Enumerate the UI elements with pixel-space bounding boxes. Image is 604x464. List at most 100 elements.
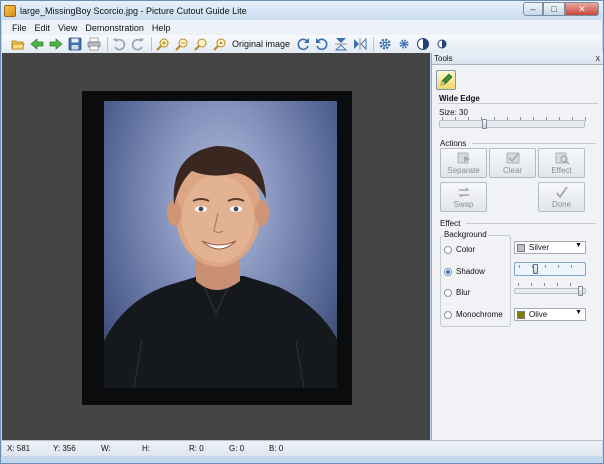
radio-monochrome-indicator[interactable]: [444, 310, 452, 319]
swap-label: Swap: [453, 200, 474, 209]
shadow-slider-ticks: [519, 265, 583, 268]
contrast-icon[interactable]: [416, 37, 430, 51]
menu-view[interactable]: View: [58, 23, 77, 33]
flip-horizontal-icon[interactable]: [353, 37, 367, 51]
radio-blur-label: Blur: [456, 288, 471, 297]
toolbar-separator: [107, 37, 108, 51]
close-button[interactable]: ✕: [565, 2, 599, 16]
flip-vertical-icon[interactable]: [334, 37, 348, 51]
menu-file[interactable]: File: [12, 23, 27, 33]
settings-small-gear-icon[interactable]: [397, 37, 411, 51]
blur-slider[interactable]: [514, 286, 586, 296]
status-h: H:: [142, 444, 150, 453]
forward-arrow-icon[interactable]: [49, 37, 63, 51]
status-x: X: 581: [7, 444, 31, 453]
back-arrow-icon[interactable]: [30, 37, 44, 51]
menu-edit[interactable]: Edit: [35, 23, 51, 33]
effect-section-label: Effect: [440, 219, 461, 228]
portrait-photo[interactable]: [104, 101, 337, 388]
swap-icon: [457, 187, 470, 198]
shadow-slider[interactable]: [514, 262, 586, 276]
color-select[interactable]: Silver ▼: [514, 241, 586, 254]
radio-monochrome[interactable]: Monochrome: [444, 310, 503, 319]
radio-shadow[interactable]: Shadow: [444, 267, 485, 276]
status-w: W:: [101, 444, 111, 453]
original-image-button[interactable]: Original image: [232, 39, 290, 49]
undo-icon[interactable]: [112, 37, 126, 51]
effect-button[interactable]: Effect: [538, 148, 585, 178]
zoom-in-icon[interactable]: [156, 37, 170, 51]
shadow-slider-thumb[interactable]: [533, 264, 538, 274]
contrast-small-icon[interactable]: [435, 37, 449, 51]
size-slider-thumb[interactable]: [482, 119, 487, 129]
photo-frame: [82, 91, 352, 405]
open-folder-icon[interactable]: [11, 37, 25, 51]
window-controls: – □ ✕: [523, 2, 599, 16]
zoom-fit-icon[interactable]: [194, 37, 208, 51]
separate-icon: [457, 152, 470, 164]
tools-title: Tools: [434, 54, 453, 63]
status-r: R: 0: [189, 444, 204, 453]
divider: [438, 103, 598, 104]
clear-label: Clear: [502, 166, 523, 175]
wide-edge-tool-button[interactable]: [436, 70, 456, 90]
settings-gear-icon[interactable]: [378, 37, 392, 51]
swap-button[interactable]: Swap: [440, 182, 487, 212]
color-swatch: [517, 243, 525, 252]
image-canvas[interactable]: [2, 53, 430, 440]
status-y: Y: 356: [53, 444, 76, 453]
monochrome-color-select[interactable]: Olive ▼: [514, 308, 586, 321]
toolbar-separator: [151, 37, 152, 51]
tools-panel-header: Tools x: [432, 53, 603, 65]
status-b: B: 0: [269, 444, 284, 453]
radio-blur[interactable]: Blur: [444, 288, 470, 297]
clear-icon: [506, 152, 519, 164]
radio-color-label: Color: [456, 245, 476, 254]
redo-icon[interactable]: [131, 37, 145, 51]
app-icon: [4, 4, 16, 17]
radio-shadow-label: Shadow: [456, 267, 485, 276]
actions-label: Actions: [440, 139, 467, 148]
window-title: large_MissingBoy Scorcio.jpg - Picture C…: [20, 5, 247, 16]
save-icon[interactable]: [68, 37, 82, 51]
blur-slider-thumb[interactable]: [578, 286, 583, 296]
tool-section-title: Wide Edge: [439, 94, 480, 103]
menu-demonstration[interactable]: Demonstration: [85, 23, 144, 33]
status-g: G: 0: [229, 444, 245, 453]
size-label: Size: 30: [439, 108, 468, 117]
pencil-icon: [440, 73, 453, 86]
radio-shadow-indicator[interactable]: [444, 267, 452, 276]
effect-icon: [555, 152, 569, 165]
done-button[interactable]: Done: [538, 182, 585, 212]
rotate-ccw-icon[interactable]: [315, 37, 329, 51]
separate-label: Separate: [447, 166, 480, 175]
rotate-cw-icon[interactable]: [296, 37, 310, 51]
divider: [466, 223, 596, 224]
zoom-out-icon[interactable]: [175, 37, 189, 51]
checkmark-icon: [555, 186, 568, 199]
window-bottom-border: [2, 456, 602, 463]
chevron-down-icon: ▼: [575, 309, 582, 316]
effect-label: Effect: [551, 166, 572, 175]
maximize-button[interactable]: □: [543, 2, 565, 16]
print-icon[interactable]: [87, 37, 101, 51]
separate-button[interactable]: Separate: [440, 148, 487, 178]
tools-close-icon[interactable]: x: [596, 53, 601, 63]
olive-swatch: [517, 310, 525, 319]
radio-color-indicator[interactable]: [444, 245, 452, 254]
zoom-actual-icon[interactable]: [213, 37, 227, 51]
toolbar: Original image: [2, 35, 602, 53]
title-bar: large_MissingBoy Scorcio.jpg - Picture C…: [1, 1, 603, 20]
background-label: Background: [443, 230, 488, 239]
size-slider[interactable]: [439, 119, 585, 129]
clear-button[interactable]: Clear: [489, 148, 536, 178]
menu-help[interactable]: Help: [152, 23, 171, 33]
color-select-value: Silver: [529, 243, 550, 252]
radio-blur-indicator[interactable]: [444, 288, 452, 297]
divider: [472, 143, 596, 144]
toolbar-separator: [373, 37, 375, 51]
monochrome-select-value: Olive: [529, 310, 548, 319]
menu-bar: File Edit View Demonstration Help: [2, 20, 602, 35]
minimize-button[interactable]: –: [523, 2, 543, 16]
radio-color[interactable]: Color: [444, 245, 475, 254]
